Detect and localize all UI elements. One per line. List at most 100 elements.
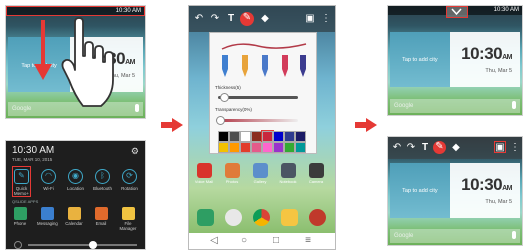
home-app-photos[interactable]: Photos bbox=[221, 163, 243, 184]
save-icon[interactable]: ▣ bbox=[494, 141, 506, 153]
brush-pen-icon[interactable] bbox=[238, 55, 252, 77]
undo-icon[interactable]: ↶ bbox=[193, 13, 205, 25]
notification-panel: 10:30 AM TUE, MAR 10, 2015 ⚙ ✎ Quick Mem… bbox=[5, 140, 146, 250]
thickness-knob[interactable] bbox=[220, 93, 229, 102]
home-icon[interactable]: ○ bbox=[237, 235, 251, 247]
pen-type-row bbox=[216, 55, 312, 77]
clock-ampm: AM bbox=[502, 185, 512, 192]
notification-date: TUE, MAR 10, 2015 bbox=[12, 157, 53, 162]
more-options-icon[interactable]: ⋮ bbox=[509, 142, 521, 154]
color-swatch[interactable] bbox=[273, 131, 284, 142]
quick-memo-pen-screen: ↶ ↷ T ✎ ◆ ▣ ⋮ Thickness(5) Transparency(… bbox=[188, 5, 336, 250]
toggle-label: Wi-Fi bbox=[43, 186, 54, 191]
color-swatch[interactable] bbox=[240, 131, 251, 142]
highlighter-pen-icon[interactable] bbox=[258, 55, 272, 77]
apps-drawer-icon[interactable] bbox=[309, 209, 326, 226]
color-swatch[interactable] bbox=[295, 131, 306, 142]
menu-icon[interactable]: ≡ bbox=[301, 235, 315, 247]
fountain-pen-icon[interactable] bbox=[296, 55, 310, 77]
weather-clock-widget[interactable]: Tap to add city 10:30AM Thu, Mar 5 bbox=[390, 32, 520, 87]
toggle-rotation[interactable]: ⟳ Rotation bbox=[120, 169, 139, 191]
transparency-slider[interactable] bbox=[218, 119, 298, 122]
step-arrow-1-icon bbox=[161, 118, 183, 132]
chevron-down-icon bbox=[451, 8, 462, 16]
camera-icon bbox=[308, 163, 324, 178]
clock-digits: 10:30 bbox=[461, 44, 503, 63]
color-swatch[interactable] bbox=[261, 130, 274, 143]
settings-gear-icon[interactable]: ⚙ bbox=[131, 146, 139, 157]
color-swatch[interactable] bbox=[251, 142, 262, 153]
home-app-notebook[interactable]: Notebook bbox=[277, 163, 299, 184]
back-icon[interactable]: ◁ bbox=[207, 235, 221, 247]
color-swatch[interactable] bbox=[284, 131, 295, 142]
thickness-slider[interactable] bbox=[218, 96, 298, 99]
color-swatch[interactable] bbox=[218, 131, 229, 142]
google-search-bar[interactable]: Google bbox=[390, 99, 520, 113]
clock-time: 10:30AM bbox=[461, 175, 512, 195]
qslide-app-file-manager[interactable]: File Manager bbox=[118, 207, 138, 231]
tap-to-add-city: Tap to add city bbox=[402, 57, 438, 63]
weather-clock-widget[interactable]: Tap to add city 10:30AM Thu, Mar 5 bbox=[390, 163, 520, 218]
qslide-app-email[interactable]: Email bbox=[91, 207, 111, 226]
color-swatch[interactable] bbox=[251, 131, 262, 142]
recents-icon[interactable]: □ bbox=[269, 235, 283, 247]
redo-icon[interactable]: ↷ bbox=[209, 13, 221, 25]
chrome-icon[interactable] bbox=[253, 209, 270, 226]
phone-icon[interactable] bbox=[197, 209, 214, 226]
undo-icon[interactable]: ↶ bbox=[391, 142, 403, 154]
color-swatch[interactable] bbox=[240, 142, 251, 153]
app-label: Messaging bbox=[37, 221, 58, 226]
home-screen-result-panel: 10:30 AM Tap to add city 10:30AM Thu, Ma… bbox=[387, 5, 523, 116]
drag-handle-tab[interactable] bbox=[446, 6, 468, 18]
app-label: Phone bbox=[13, 221, 27, 226]
home-app-voice-mail[interactable]: Voice Mail bbox=[193, 163, 215, 184]
color-swatch[interactable] bbox=[262, 142, 273, 153]
transparency-label: Transparency(0%) bbox=[215, 107, 252, 112]
qslide-app-phone[interactable]: Phone bbox=[10, 207, 30, 226]
pen-icon[interactable]: ✎ bbox=[240, 12, 254, 26]
color-swatch[interactable] bbox=[273, 142, 284, 153]
home-app-camera[interactable]: Camera bbox=[305, 163, 327, 184]
transparency-knob[interactable] bbox=[216, 116, 225, 125]
save-icon[interactable]: ▣ bbox=[304, 13, 316, 25]
mic-icon bbox=[512, 101, 516, 109]
photos-icon bbox=[224, 163, 240, 178]
home-app-gallery[interactable]: Gallery bbox=[249, 163, 271, 184]
brightness-knob[interactable] bbox=[89, 241, 97, 249]
more-options-icon[interactable]: ⋮ bbox=[320, 13, 332, 25]
qslide-app-calendar[interactable]: Calendar bbox=[64, 207, 84, 226]
marker-pen-icon[interactable] bbox=[218, 55, 232, 77]
toggle-location[interactable]: ◉ Location bbox=[66, 169, 85, 191]
eraser-icon[interactable]: ◆ bbox=[450, 142, 462, 154]
text-icon[interactable]: T bbox=[225, 13, 237, 25]
color-swatch[interactable] bbox=[295, 142, 306, 153]
contacts-icon[interactable] bbox=[225, 209, 242, 226]
toggle-label: Rotation bbox=[121, 186, 138, 191]
color-swatch[interactable] bbox=[229, 142, 240, 153]
brightness-slider[interactable] bbox=[14, 241, 137, 249]
color-swatch[interactable] bbox=[218, 142, 229, 153]
calligraphy-pen-icon[interactable] bbox=[278, 55, 292, 77]
status-time: 10:30 AM bbox=[115, 8, 141, 14]
qslide-app-messaging[interactable]: Messaging bbox=[37, 207, 58, 226]
color-swatch[interactable] bbox=[284, 142, 295, 153]
google-search-bar[interactable]: Google bbox=[390, 229, 520, 243]
pen-icon[interactable]: ✎ bbox=[433, 141, 446, 154]
phone-icon bbox=[13, 207, 27, 220]
gallery-icon bbox=[252, 163, 268, 178]
toggle-quick-memo[interactable]: ✎ Quick Memo+ bbox=[12, 166, 31, 197]
text-icon[interactable]: T bbox=[419, 142, 431, 154]
color-swatch[interactable] bbox=[229, 131, 240, 142]
redo-icon[interactable]: ↷ bbox=[405, 142, 417, 154]
eraser-icon[interactable]: ◆ bbox=[259, 13, 271, 25]
app-label: Notebook bbox=[279, 179, 297, 184]
messaging-icon[interactable] bbox=[281, 209, 298, 226]
toggle-bluetooth[interactable]: ᛒ Bluetooth bbox=[93, 169, 112, 191]
status-bar[interactable]: 10:30 AM bbox=[6, 6, 145, 16]
brightness-track bbox=[28, 244, 137, 246]
color-palette bbox=[218, 130, 306, 153]
google-label: Google bbox=[394, 103, 414, 109]
swipe-down-arrow-icon bbox=[34, 20, 52, 80]
toggle-wifi[interactable]: ◠ Wi-Fi bbox=[39, 169, 58, 191]
clock-ampm: AM bbox=[502, 54, 512, 61]
